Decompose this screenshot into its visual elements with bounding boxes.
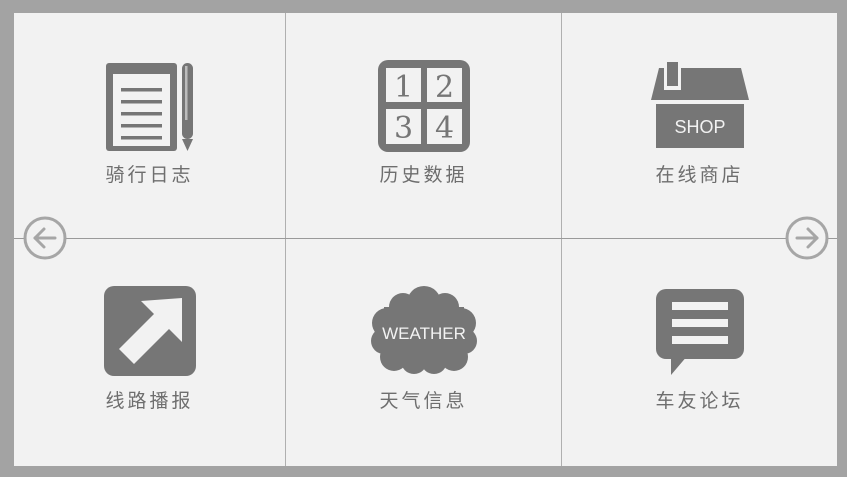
tile-route-broadcast[interactable]: 线路播报 — [14, 239, 285, 466]
arrow-up-right-icon — [103, 286, 196, 376]
weather-cloud-text: WEATHER — [382, 324, 466, 343]
next-page-button[interactable] — [785, 216, 829, 260]
tile-weather-info[interactable]: WEATHER 天气信息 — [286, 239, 561, 466]
tile-rider-forum[interactable]: 车友论坛 — [562, 239, 837, 466]
numbers-grid-icon: 1 2 3 4 — [377, 60, 470, 152]
tile-riding-log[interactable]: 骑行日志 — [14, 13, 285, 238]
tile-history-data[interactable]: 1 2 3 4 历史数据 — [286, 13, 561, 238]
grid-number: 1 — [393, 70, 412, 105]
tile-online-shop[interactable]: SHOP 在线商店 — [562, 13, 837, 238]
notebook-pen-icon — [105, 63, 193, 151]
chat-bubble-icon — [655, 289, 744, 375]
tile-label: 骑行日志 — [105, 164, 194, 186]
prev-page-button[interactable] — [23, 216, 67, 260]
grid-number: 3 — [393, 111, 412, 146]
grid-number: 4 — [434, 111, 453, 146]
weather-cloud-icon: WEATHER — [370, 286, 477, 374]
shop-icon: SHOP — [650, 62, 749, 148]
grid-number: 2 — [434, 70, 453, 105]
tile-label: 线路播报 — [105, 390, 194, 412]
tile-label: 在线商店 — [655, 164, 744, 186]
tile-label: 车友论坛 — [655, 390, 744, 412]
tile-label: 天气信息 — [379, 390, 468, 412]
menu-panel: 骑行日志 1 2 3 4 历史数据 SHOP 在线商店 线路播报 WEATHER… — [14, 13, 837, 466]
tile-label: 历史数据 — [379, 164, 468, 186]
shop-sign-text: SHOP — [674, 117, 725, 137]
